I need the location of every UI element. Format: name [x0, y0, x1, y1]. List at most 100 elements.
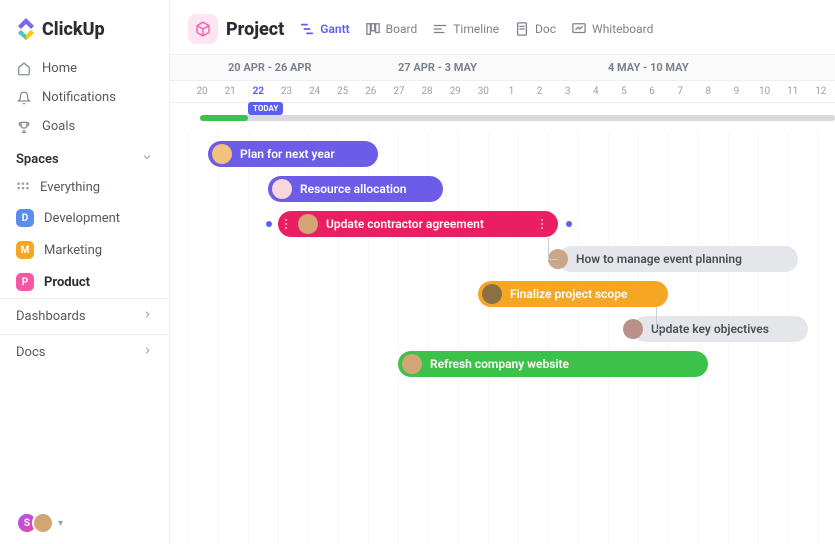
avatar — [272, 179, 292, 199]
chevron-down-icon: ▾ — [58, 518, 63, 529]
sidebar-item-everything[interactable]: Everything — [0, 173, 169, 202]
dependency-line — [656, 307, 657, 329]
period-label: 20 APR - 26 APR — [188, 55, 398, 80]
gantt-bar[interactable]: How to manage event planning — [558, 246, 798, 272]
day-cell[interactable]: 4 — [582, 81, 610, 102]
logo[interactable]: ClickUp — [0, 18, 169, 54]
nav-goals[interactable]: Goals — [0, 112, 169, 141]
spaces-header[interactable]: Spaces — [0, 141, 169, 173]
user-avatars[interactable]: S ▾ — [0, 512, 169, 534]
cube-icon — [188, 14, 218, 44]
dependency-dot[interactable] — [266, 221, 272, 227]
day-cell[interactable]: 7 — [666, 81, 694, 102]
chevron-right-icon — [142, 345, 153, 360]
day-cell[interactable]: 8 — [694, 81, 722, 102]
space-badge-icon: P — [16, 273, 34, 291]
gantt-area[interactable]: Plan for next year Resource allocation Upd… — [188, 131, 835, 544]
view-timeline[interactable]: Timeline — [433, 22, 499, 36]
day-cell[interactable]: 26 — [357, 81, 385, 102]
avatar — [482, 284, 502, 304]
today-badge: TODAY — [248, 102, 283, 115]
task-label: How to manage event planning — [576, 252, 742, 266]
day-cell[interactable]: 6 — [638, 81, 666, 102]
view-doc[interactable]: Doc — [515, 22, 556, 36]
sidebar: ClickUp Home Notifications Goals Spaces … — [0, 0, 170, 544]
project-heading[interactable]: Project — [188, 14, 284, 44]
day-cell[interactable]: 5 — [610, 81, 638, 102]
day-cell[interactable]: 9 — [722, 81, 750, 102]
chevron-right-icon — [142, 309, 153, 324]
overall-progress — [188, 115, 835, 121]
task-label: Resource allocation — [300, 182, 406, 196]
task-label: Update contractor agreement — [326, 217, 484, 231]
day-cell[interactable]: 25 — [329, 81, 357, 102]
drag-grip-icon[interactable] — [541, 219, 543, 229]
space-label: Development — [44, 211, 120, 226]
nav-label: Goals — [42, 119, 75, 134]
avatar — [212, 144, 232, 164]
sidebar-docs[interactable]: Docs — [0, 334, 169, 370]
view-gantt[interactable]: Gantt — [300, 22, 349, 36]
chevron-down-icon — [141, 151, 153, 167]
project-title: Project — [226, 19, 284, 40]
view-whiteboard[interactable]: Whiteboard — [572, 22, 653, 36]
sidebar-item-marketing[interactable]: M Marketing — [0, 234, 169, 266]
day-cell[interactable]: 27 — [385, 81, 413, 102]
period-label: 27 APR - 3 MAY — [398, 55, 608, 80]
space-badge-icon: M — [16, 241, 34, 259]
sidebar-dashboards[interactable]: Dashboards — [0, 298, 169, 334]
task-label: Finalize project scope — [510, 287, 627, 301]
day-cell[interactable]: 20 — [188, 81, 216, 102]
toolbar: Project Gantt Board Timeline Doc Whitebo… — [170, 0, 835, 54]
gantt-icon — [300, 22, 314, 36]
logo-text: ClickUp — [42, 19, 105, 40]
dependency-line — [548, 237, 549, 259]
sidebar-item-product[interactable]: PProduct — [0, 266, 169, 298]
day-cell[interactable]: 1 — [497, 81, 525, 102]
period-label: 4 MAY - 10 MAY — [608, 55, 818, 80]
nav-label: Home — [42, 61, 77, 76]
bell-icon — [16, 91, 32, 105]
day-cell[interactable]: 21 — [216, 81, 244, 102]
nav-home[interactable]: Home — [0, 54, 169, 83]
day-cell[interactable]: 2 — [526, 81, 554, 102]
gantt-bar[interactable]: Finalize project scope — [478, 281, 668, 307]
gantt-bar[interactable]: Resource allocation — [268, 176, 443, 202]
day-headers: TODAY 2021222324252627282930123456789101… — [170, 81, 835, 103]
drag-grip-icon[interactable] — [285, 219, 287, 229]
avatar — [623, 319, 643, 339]
task-label: Update key objectives — [651, 322, 769, 336]
view-board[interactable]: Board — [366, 22, 418, 36]
doc-icon — [515, 22, 529, 36]
day-cell[interactable]: 22 — [244, 81, 272, 102]
day-cell[interactable]: 29 — [441, 81, 469, 102]
task-label: Plan for next year — [240, 147, 335, 161]
day-cell[interactable]: 11 — [779, 81, 807, 102]
home-icon — [16, 62, 32, 76]
clickup-logo-icon — [16, 18, 36, 40]
trophy-icon — [16, 120, 32, 134]
day-cell[interactable]: 24 — [301, 81, 329, 102]
gantt-bar[interactable]: Refresh company website — [398, 351, 708, 377]
day-cell[interactable]: 30 — [469, 81, 497, 102]
gantt-bar[interactable]: Update contractor agreement — [278, 211, 558, 237]
task-label: Refresh company website — [430, 357, 569, 371]
dependency-line — [548, 259, 558, 260]
whiteboard-icon — [572, 22, 586, 36]
grid-dots-icon — [16, 181, 30, 195]
dependency-line — [656, 329, 663, 330]
sidebar-item-development[interactable]: DDevelopment — [0, 202, 169, 234]
day-cell[interactable]: 12 — [807, 81, 835, 102]
timeline-icon — [433, 22, 447, 36]
period-headers: 20 APR - 26 APR27 APR - 3 MAY4 MAY - 10 … — [170, 54, 835, 81]
avatar — [402, 354, 422, 374]
nav-notifications[interactable]: Notifications — [0, 83, 169, 112]
dependency-dot[interactable] — [566, 221, 572, 227]
day-cell[interactable]: 23 — [272, 81, 300, 102]
day-cell[interactable]: 28 — [413, 81, 441, 102]
space-label: Marketing — [44, 243, 102, 258]
gantt-bar[interactable]: Plan for next year — [208, 141, 378, 167]
avatar — [32, 512, 54, 534]
day-cell[interactable]: 10 — [751, 81, 779, 102]
day-cell[interactable]: 3 — [554, 81, 582, 102]
